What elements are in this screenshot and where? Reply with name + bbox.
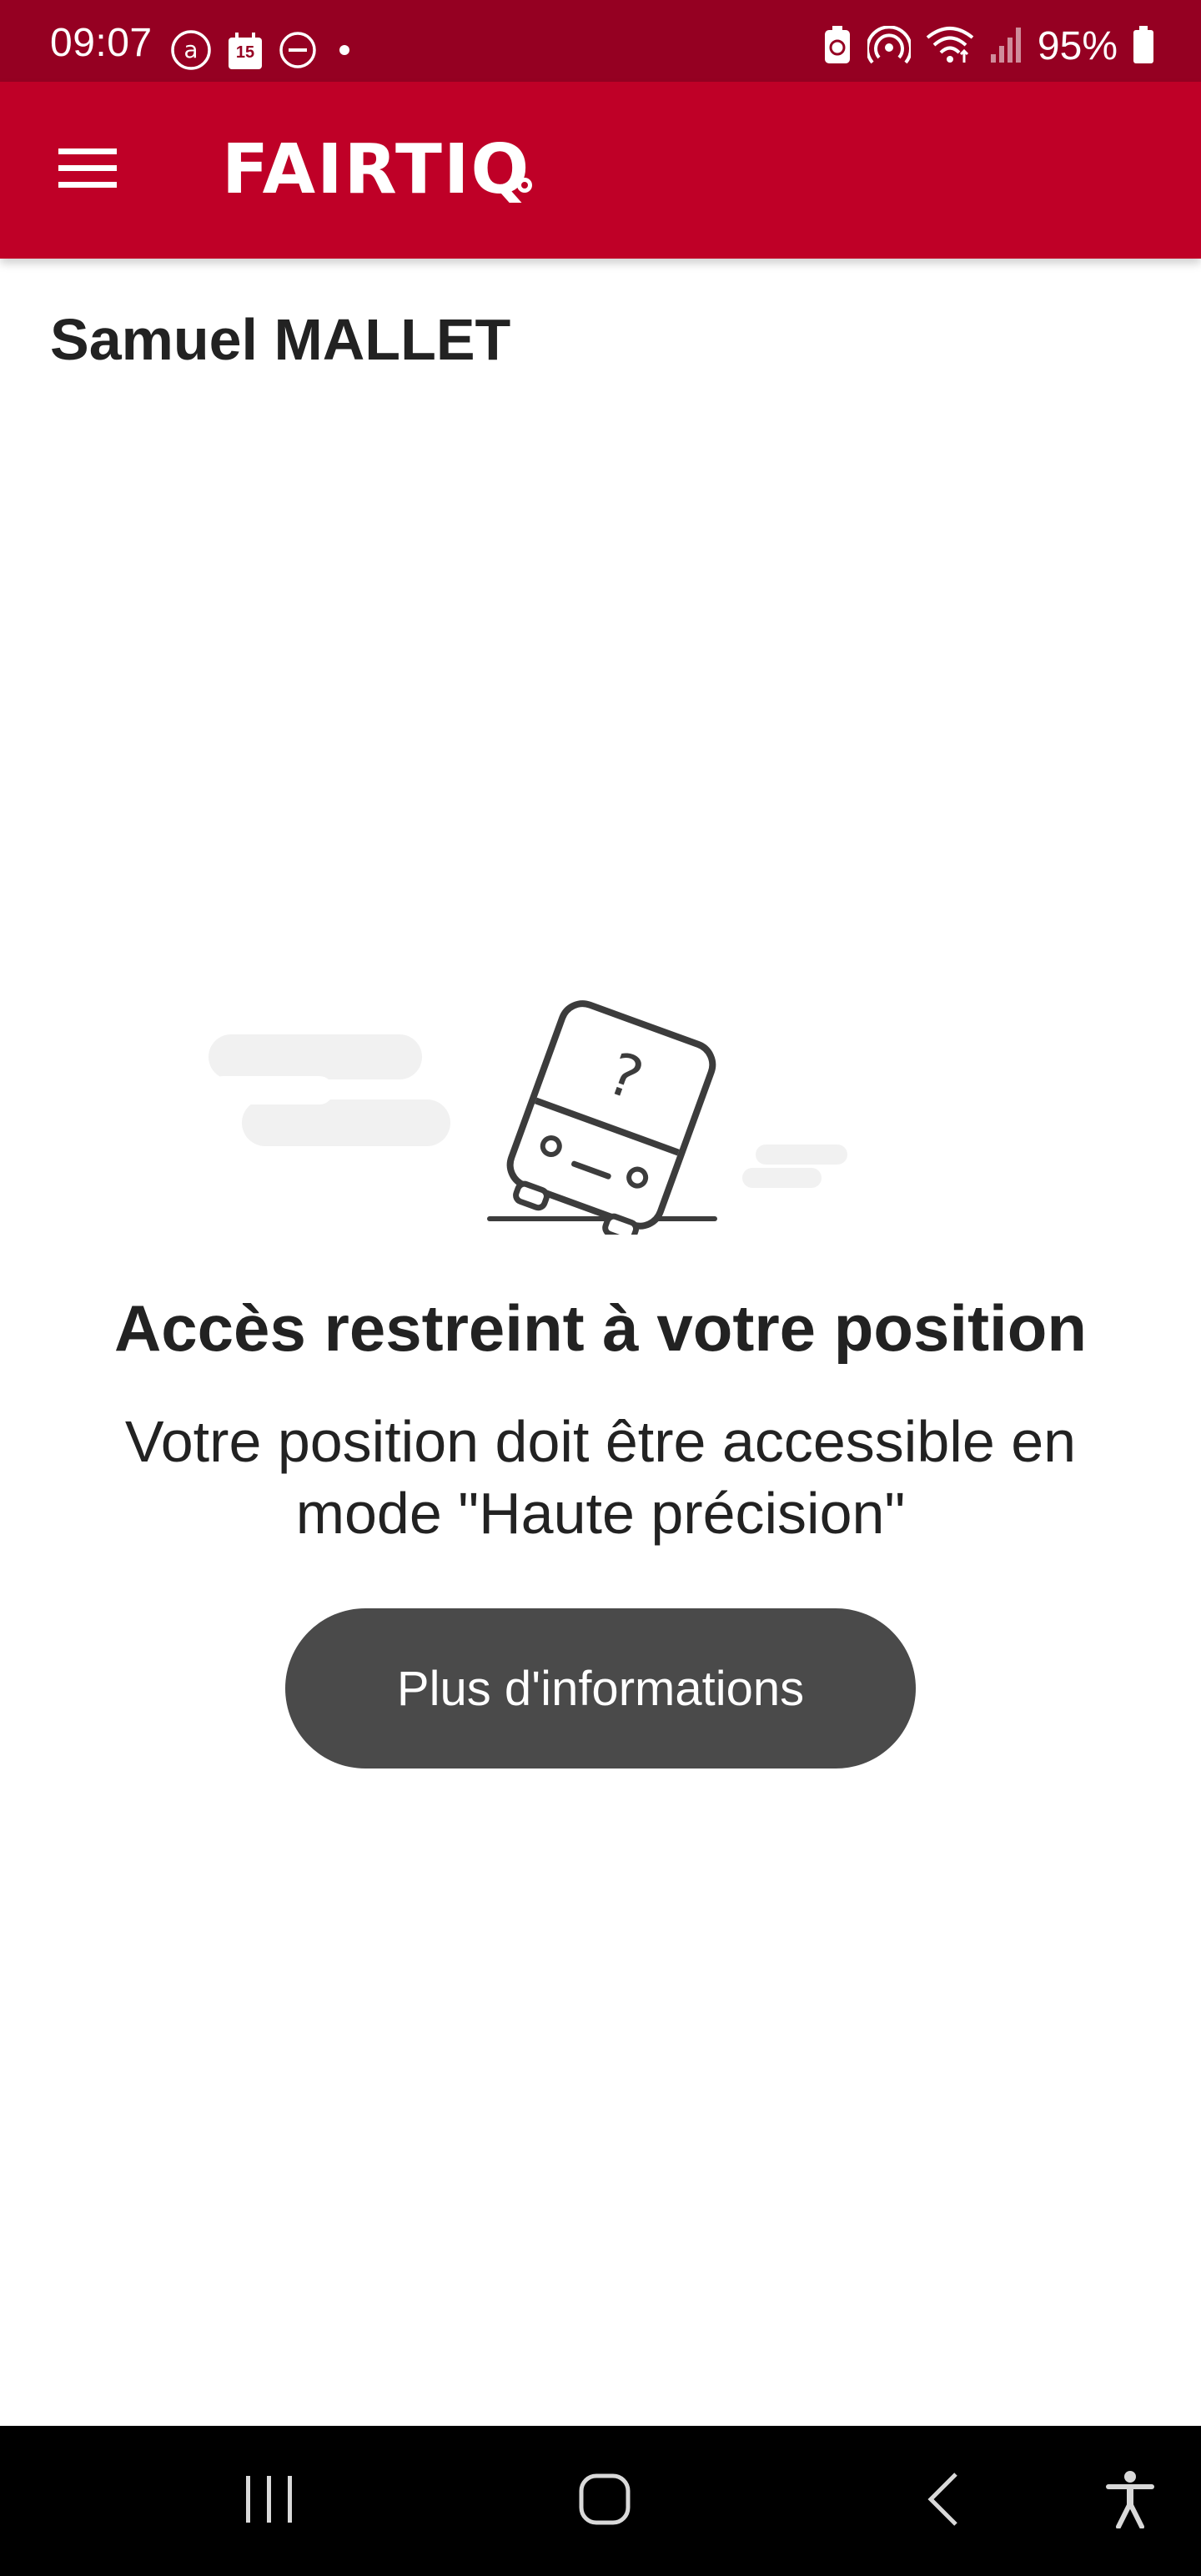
battery-saver-icon xyxy=(822,25,852,68)
error-title: Accès restreint à votre position xyxy=(113,1291,1088,1365)
status-bar: 09:07 a 15 95% xyxy=(0,0,1201,82)
back-button[interactable] xyxy=(897,2459,989,2543)
more-info-button[interactable]: Plus d'informations xyxy=(285,1608,916,1768)
app-bar: FAIRTIQ xyxy=(0,82,1201,259)
calendar-day: 15 xyxy=(235,43,255,62)
status-time: 09:07 xyxy=(50,21,153,65)
hamburger-menu-icon xyxy=(58,147,117,194)
battery-icon xyxy=(1133,25,1154,68)
menu-button[interactable] xyxy=(50,137,125,204)
home-button[interactable] xyxy=(559,2459,651,2543)
tilted-bus-question-mark-illustration: ? xyxy=(200,984,851,1244)
wifi-icon xyxy=(926,26,974,68)
svg-text:a: a xyxy=(183,36,198,63)
notification-dot-icon xyxy=(332,38,357,67)
status-left-icons: a 15 xyxy=(170,28,357,75)
calendar-icon: 15 xyxy=(227,33,264,71)
system-nav-bar xyxy=(0,2426,1201,2576)
back-icon xyxy=(922,2471,964,2532)
accessibility-icon xyxy=(1105,2470,1155,2533)
fairtiq-logo: FAIRTIQ xyxy=(222,132,537,209)
error-message: Votre position doit être accessible en m… xyxy=(124,1409,1077,1546)
accessibility-button[interactable] xyxy=(1084,2459,1176,2543)
at-sign-icon: a xyxy=(170,29,212,75)
status-right-icons: 95% xyxy=(822,23,1154,70)
logo-tail-icon xyxy=(512,173,537,202)
do-not-disturb-icon xyxy=(279,31,317,73)
battery-percent: 95% xyxy=(1037,24,1118,68)
recent-apps-button[interactable] xyxy=(224,2459,315,2543)
hotspot-icon xyxy=(865,24,912,68)
home-icon xyxy=(578,2473,631,2530)
signal-icon xyxy=(989,26,1023,68)
recent-apps-icon xyxy=(243,2474,296,2528)
user-name: Samuel MALLET xyxy=(50,307,511,372)
logo-text: FAIRTIQ xyxy=(222,130,531,209)
